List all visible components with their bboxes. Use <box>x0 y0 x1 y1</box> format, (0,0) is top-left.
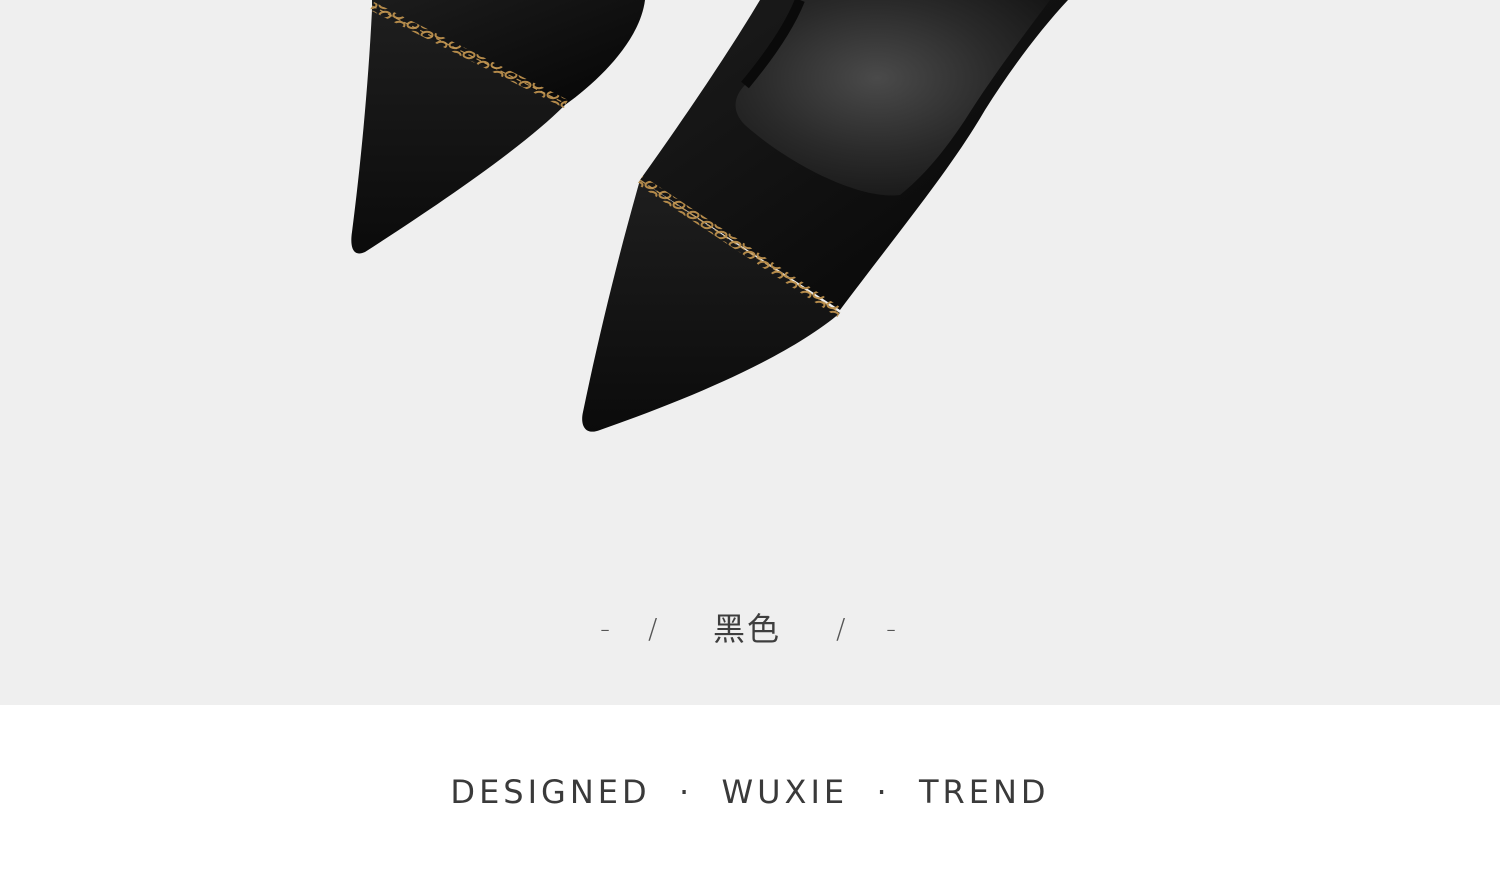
caption-left-dash: - <box>600 612 611 645</box>
brand-footer: DESIGNED · WUXIE · TREND <box>0 705 1500 869</box>
caption-right-slash: / <box>836 612 846 645</box>
color-name: 黑色 <box>713 610 782 648</box>
pointed-heels-image <box>351 0 1068 432</box>
brand-tagline: DESIGNED · WUXIE · TREND <box>450 773 1050 811</box>
left-shoe <box>351 0 645 254</box>
product-photo: - / 黑色 / - <box>0 0 1500 705</box>
product-detail-page: - / 黑色 / - DESIGNED · WUXIE · TREND <box>0 0 1500 869</box>
caption-right-dash: - <box>886 612 897 645</box>
right-shoe <box>582 0 1068 432</box>
color-caption: - / 黑色 / - <box>0 604 1500 654</box>
caption-left-slash: / <box>648 612 658 645</box>
